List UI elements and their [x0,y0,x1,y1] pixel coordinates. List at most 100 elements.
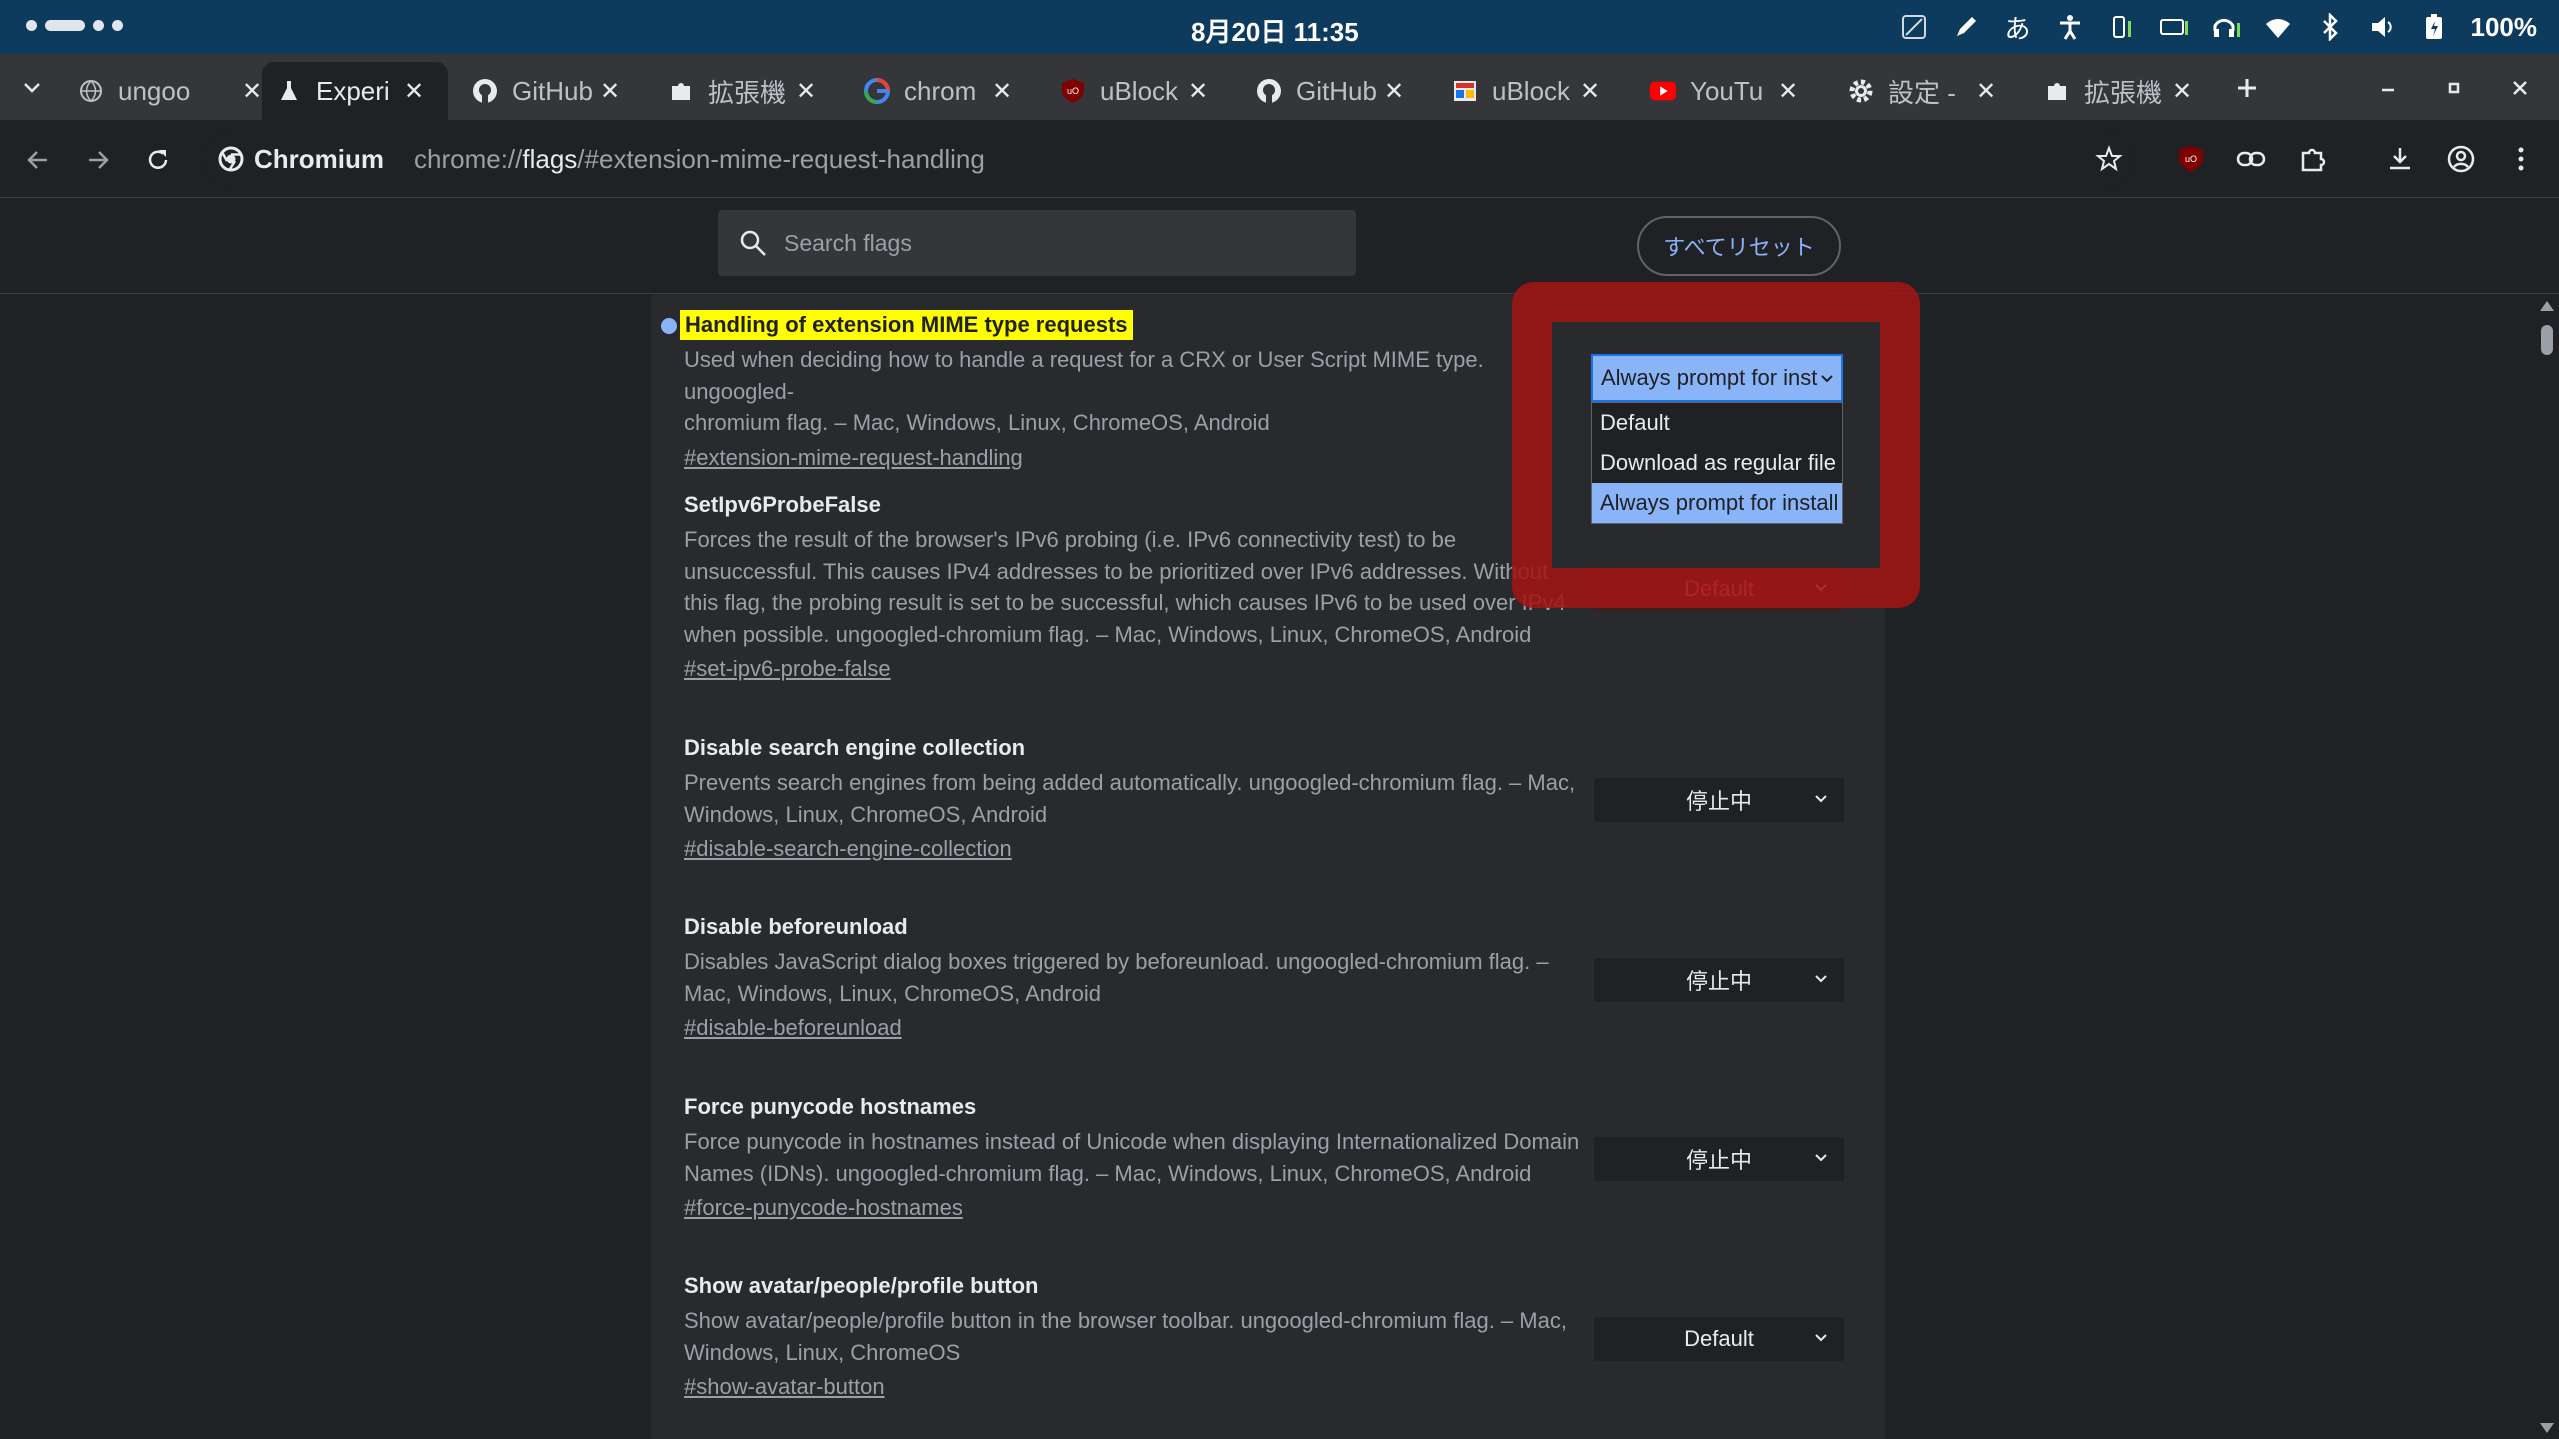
tab-close-icon[interactable]: ✕ [242,77,262,106]
search-flags-input[interactable]: Search flags [718,210,1356,276]
reload-button[interactable] [136,138,180,182]
tab-title: Experi [316,75,390,106]
flag-select[interactable]: 停止中 [1594,1137,1844,1181]
tab-close-icon[interactable]: ✕ [1384,77,1404,106]
extensions-button[interactable] [2292,138,2334,180]
tab-youtube[interactable]: YouTu ✕ [1636,62,1812,120]
flag-title: Disable beforeunload [684,914,908,939]
highlight-annotation [1512,282,1920,608]
google-icon [864,78,890,104]
flag-permalink[interactable]: #set-ipv6-probe-false [684,654,1584,684]
volume-icon[interactable] [2367,12,2397,42]
flag-title: Force punycode hostnames [684,1094,977,1119]
wifi-icon[interactable] [2263,12,2293,42]
tab-ublock-2[interactable]: uBlock ✕ [1438,62,1614,120]
page-icon [1452,78,1478,104]
tab-experiments[interactable]: Experi ✕ [262,62,448,120]
tab-extensions[interactable]: 拡張機 ✕ [654,62,830,120]
flag-select[interactable]: 停止中 [1594,958,1844,1002]
pen-icon[interactable] [1951,12,1981,42]
ublock-extension-button[interactable]: uO [2170,138,2212,180]
url-text[interactable]: chrome://flags/#extension-mime-request-h… [414,144,985,175]
page-scrollbar[interactable] [2534,295,2559,1439]
tab-close-icon[interactable]: ✕ [404,77,424,106]
link-extension-button[interactable] [2230,138,2272,180]
tab-close-icon[interactable]: ✕ [2172,77,2192,106]
close-window-button[interactable] [2500,68,2540,108]
tab-close-icon[interactable]: ✕ [1188,77,1208,106]
tab-strip: ungoo ✕ Experi ✕ GitHub ✕ 拡張機 ✕ chrom ✕ … [0,54,2559,120]
flag-description: Forces the result of the browser's IPv6 … [684,527,1566,647]
chevron-down-icon [1815,795,1827,803]
profile-button[interactable] [2440,138,2482,180]
new-tab-button[interactable] [2227,68,2267,108]
menu-button[interactable] [2500,138,2542,180]
tab-chrome[interactable]: chrom ✕ [850,62,1026,120]
scroll-thumb[interactable] [2541,325,2553,355]
tab-close-icon[interactable]: ✕ [1976,77,1996,106]
tab-extensions-2[interactable]: 拡張機 ✕ [2030,62,2206,120]
desk-indicator[interactable] [26,20,123,31]
battery-icon[interactable] [2419,12,2449,42]
tab-ublock[interactable]: uO uBlock ✕ [1046,62,1222,120]
ublock-icon: uO [2179,146,2203,172]
tab-close-icon[interactable]: ✕ [1778,77,1798,106]
maximize-button[interactable] [2434,68,2474,108]
chevron-down-icon [1815,975,1827,983]
reset-all-button[interactable]: すべてリセット [1637,216,1841,276]
tab-ungoogled[interactable]: ungoo ✕ [64,62,276,120]
tab-search-button[interactable] [12,68,52,108]
site-chip-label: Chromium [254,143,384,174]
flag-permalink[interactable]: #extension-mime-request-handling [684,443,1584,473]
flag-disable-beforeunload: Disable beforeunload Disables JavaScript… [684,912,1584,1043]
puzzle-icon [668,78,694,104]
tab-title: uBlock [1100,75,1179,106]
forward-button[interactable] [76,138,120,182]
flag-title: Disable search engine collection [684,735,1026,760]
downloads-button[interactable] [2379,138,2421,180]
tab-close-icon[interactable]: ✕ [992,77,1012,106]
maximize-icon [2448,82,2460,94]
flag-permalink[interactable]: #show-avatar-button [684,1372,1584,1402]
tab-title: ungoo [118,75,191,106]
tab-title: uBlock [1492,75,1571,106]
ime-indicator[interactable]: あ [2003,12,2033,44]
flag-permalink[interactable]: #disable-beforeunload [684,1013,1584,1043]
address-bar[interactable]: Chromium chrome://flags/#extension-mime-… [204,130,2134,188]
modified-flag-indicator [661,318,677,334]
flag-disable-search-engine-collection: Disable search engine collection Prevent… [684,733,1584,864]
ublock-icon: uO [1060,78,1086,104]
tab-close-icon[interactable]: ✕ [1580,77,1600,106]
flag-permalink[interactable]: #force-punycode-hostnames [684,1193,1584,1223]
arrow-left-icon [27,151,47,169]
chromium-icon [218,146,244,172]
system-status-bar: 8月20日 11:35 あ 100% [0,0,2559,54]
flag-description: Used when deciding how to handle a reque… [684,347,1484,435]
flag-force-punycode-hostnames: Force punycode hostnames Force punycode … [684,1092,1584,1223]
clock[interactable]: 8月20日 11:35 [1191,12,1359,49]
search-placeholder: Search flags [784,229,912,256]
minimize-button[interactable] [2368,68,2408,108]
scroll-down-arrow[interactable] [2540,1423,2554,1433]
tab-github[interactable]: GitHub ✕ [458,62,634,120]
flag-select[interactable]: 停止中 [1594,778,1844,822]
tab-close-icon[interactable]: ✕ [796,77,816,106]
site-chip[interactable]: Chromium [218,144,384,175]
search-icon [740,230,766,256]
stylus-battery-icon [2107,12,2137,42]
battery-percent[interactable]: 100% [2471,12,2538,43]
tab-close-icon[interactable]: ✕ [600,77,620,106]
github-icon [472,78,498,104]
tab-settings[interactable]: 設定 - ✕ [1834,62,2010,120]
back-button[interactable] [16,138,60,182]
bluetooth-icon[interactable] [2315,12,2345,42]
tab-github-2[interactable]: GitHub ✕ [1242,62,1418,120]
flag-show-avatar-button: Show avatar/people/profile button Show a… [684,1271,1584,1402]
scroll-up-arrow[interactable] [2540,301,2554,311]
flag-select[interactable]: Default [1594,1317,1844,1361]
flag-permalink[interactable]: #disable-search-engine-collection [684,834,1584,864]
bookmark-star-button[interactable] [2088,138,2130,180]
tab-title: 設定 - [1888,77,1956,108]
screen-capture-icon[interactable] [1899,12,1929,42]
accessibility-icon[interactable] [2055,12,2085,42]
